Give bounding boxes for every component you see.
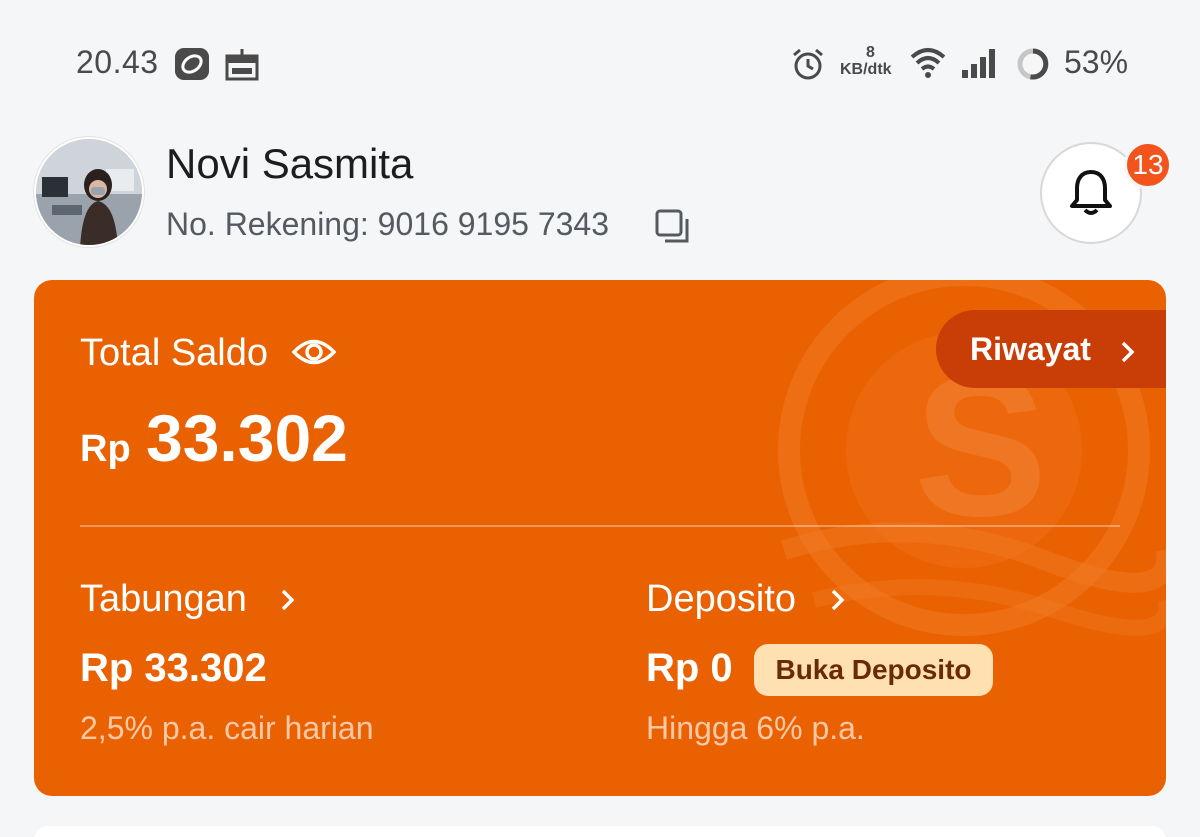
app-icon	[175, 48, 209, 80]
total-currency: Rp	[80, 428, 131, 470]
alarm-icon	[790, 46, 826, 82]
network-speed-value: 8	[866, 44, 875, 61]
notification-badge: 13	[1124, 141, 1172, 189]
divider	[80, 525, 1120, 527]
deposit-rate-note: Hingga 6% p.a.	[646, 710, 865, 746]
avatar[interactable]	[34, 137, 144, 247]
user-name: Novi Sasmita	[166, 140, 414, 187]
open-deposit-button[interactable]: Buka Deposito	[754, 644, 993, 696]
signal-icon	[960, 46, 998, 80]
account-number: No. Rekening: 9016 9195 7343	[166, 206, 610, 242]
total-balance-label: Total Saldo	[80, 332, 269, 374]
status-time: 20.43	[76, 44, 159, 80]
balance-card: S Total Saldo Riwayat Rp 33.302 Tabungan…	[34, 280, 1166, 796]
deposit-link[interactable]: Deposito	[646, 578, 796, 621]
savings-rate-note: 2,5% p.a. cair harian	[80, 710, 374, 746]
battery-percentage: 53%	[1064, 44, 1129, 80]
eye-icon[interactable]	[291, 335, 337, 369]
history-button[interactable]: Riwayat	[936, 310, 1166, 388]
savings-amount: Rp 33.302	[80, 646, 267, 690]
status-bar: 20.43 8 KB/dtk 53%	[0, 0, 1200, 128]
gift-icon	[224, 46, 260, 82]
chevron-right-icon[interactable]	[276, 586, 300, 614]
chevron-right-icon[interactable]	[826, 586, 850, 614]
next-section-panel	[34, 826, 1166, 837]
bell-icon	[1070, 170, 1112, 215]
copy-icon[interactable]	[654, 208, 692, 246]
savings-link[interactable]: Tabungan	[80, 578, 247, 621]
network-speed-unit: KB/dtk	[840, 61, 892, 78]
history-button-label: Riwayat	[970, 330, 1091, 367]
total-balance-amount: 33.302	[146, 401, 348, 475]
battery-icon	[1015, 46, 1051, 82]
network-speed: 8 KB/dtk	[840, 44, 904, 84]
wifi-icon	[910, 46, 946, 80]
chevron-right-icon	[1115, 336, 1141, 363]
deposit-amount: Rp 0	[646, 646, 733, 690]
